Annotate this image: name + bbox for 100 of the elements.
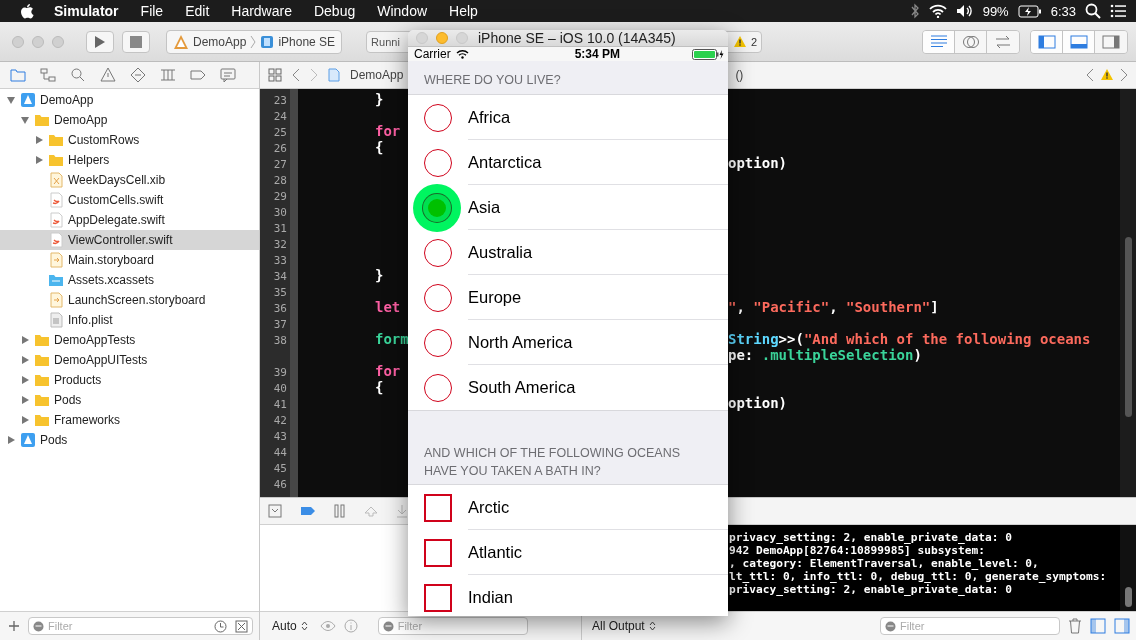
- file-tree-item[interactable]: Main.storyboard: [0, 250, 259, 270]
- filter-field[interactable]: Filter: [880, 617, 1060, 635]
- option-row[interactable]: Indian: [408, 575, 728, 616]
- run-button[interactable]: [86, 30, 114, 53]
- navigator-tab-icon[interactable]: [100, 67, 116, 83]
- line-number: 42: [273, 413, 287, 427]
- add-icon[interactable]: [8, 620, 20, 632]
- option-row[interactable]: Antarctica: [408, 140, 728, 185]
- file-tree-item[interactable]: ViewController.swift: [0, 230, 259, 250]
- navigator-tab-icon[interactable]: [160, 67, 176, 83]
- assistant-editor-button[interactable]: [955, 30, 987, 53]
- code-text: form: [375, 330, 409, 347]
- destination-name[interactable]: iPhone SE: [278, 34, 336, 49]
- menu-item[interactable]: Simulator: [54, 3, 119, 19]
- navigator-toggle[interactable]: [1031, 30, 1063, 53]
- pause-icon[interactable]: [334, 504, 346, 519]
- hide-panel-icon[interactable]: [268, 504, 282, 519]
- scheme-name[interactable]: DemoApp: [193, 34, 247, 49]
- file-tree-item[interactable]: Assets.xcassets: [0, 270, 259, 290]
- panel-icon[interactable]: [1114, 618, 1130, 634]
- folder-icon: [34, 112, 50, 128]
- file-tree-item[interactable]: Pods: [0, 390, 259, 410]
- option-row[interactable]: South America: [408, 365, 728, 410]
- trash-icon[interactable]: [1068, 618, 1082, 634]
- file-tree-item[interactable]: Pods: [0, 430, 259, 450]
- option-row[interactable]: Asia: [408, 185, 728, 230]
- battery-icon[interactable]: [1017, 4, 1042, 18]
- storyboard-file-icon: [48, 292, 64, 308]
- warning-icon[interactable]: [732, 35, 747, 48]
- file-tree-item[interactable]: Frameworks: [0, 410, 259, 430]
- warning-icon[interactable]: [1100, 68, 1114, 82]
- menu-item[interactable]: Debug: [313, 3, 356, 19]
- breadcrumb-item[interactable]: (): [735, 67, 744, 82]
- breakpoints-icon[interactable]: [300, 506, 316, 517]
- selected-radio-button[interactable]: [413, 183, 461, 232]
- search-icon[interactable]: [1085, 3, 1101, 19]
- file-tree-item[interactable]: CustomRows: [0, 130, 259, 150]
- scope-icon[interactable]: [235, 619, 248, 633]
- option-row[interactable]: Europe: [408, 275, 728, 320]
- file-tree-item[interactable]: AppDelegate.swift: [0, 210, 259, 230]
- apple-icon[interactable]: [20, 3, 34, 19]
- debug-area-toggle[interactable]: [1063, 30, 1095, 53]
- navigator-tab-icon[interactable]: [10, 67, 26, 83]
- scroll-bar[interactable]: [1124, 236, 1132, 417]
- panel-icon[interactable]: [1090, 618, 1106, 634]
- standard-editor-button[interactable]: [923, 30, 955, 53]
- menu-item[interactable]: File: [140, 3, 164, 19]
- file-tree-item[interactable]: DemoApp: [0, 110, 259, 130]
- list-icon[interactable]: [1110, 4, 1126, 18]
- back-icon[interactable]: [292, 67, 300, 82]
- app-icon: [173, 33, 189, 50]
- filter-field[interactable]: Filter: [28, 617, 253, 635]
- navigator-tab-icon[interactable]: [190, 67, 206, 83]
- file-tree-item[interactable]: CustomCells.swift: [0, 190, 259, 210]
- navigator-tab-icon[interactable]: [130, 67, 146, 83]
- previous-issue-icon[interactable]: [1086, 67, 1094, 82]
- filter-field[interactable]: Filter: [377, 617, 528, 635]
- grid-icon[interactable]: [268, 67, 282, 82]
- option-row[interactable]: Australia: [408, 230, 728, 275]
- line-number: 23: [273, 93, 287, 107]
- file-tree-item[interactable]: DemoApp: [0, 90, 259, 110]
- scroll-bar[interactable]: [1124, 587, 1132, 607]
- menu-item[interactable]: Window: [377, 3, 428, 19]
- option-row[interactable]: Atlantic: [408, 530, 728, 575]
- menu-item[interactable]: Edit: [185, 3, 210, 19]
- file-tree-item[interactable]: LaunchScreen.storyboard: [0, 290, 259, 310]
- warning-count[interactable]: 2: [750, 35, 758, 48]
- scheme-selector[interactable]: DemoApp iPhone SE: [166, 29, 343, 54]
- code-text: }: [375, 90, 384, 107]
- file-tree-item[interactable]: DemoAppUITests: [0, 350, 259, 370]
- file-tree-item[interactable]: WeekDaysCell.xib: [0, 170, 259, 190]
- checkbox[interactable]: [424, 493, 452, 522]
- file-tree-item[interactable]: Products: [0, 370, 259, 390]
- file-icon: [328, 67, 340, 82]
- menu-clock[interactable]: 6:33: [1050, 3, 1076, 19]
- navigator-tab-icon[interactable]: [70, 67, 86, 83]
- menu-item[interactable]: Hardware: [231, 3, 292, 19]
- checkbox[interactable]: [424, 583, 452, 612]
- file-tree-item[interactable]: DemoAppTests: [0, 330, 259, 350]
- navigator-tab-icon[interactable]: [40, 67, 56, 83]
- utilities-toggle[interactable]: [1095, 30, 1127, 53]
- output-popup[interactable]: All Output: [588, 619, 660, 633]
- volume-icon[interactable]: [955, 4, 974, 18]
- stop-button[interactable]: [122, 30, 150, 53]
- navigator-tab-icon[interactable]: [220, 67, 236, 83]
- option-row[interactable]: North America: [408, 320, 728, 365]
- scope-popup[interactable]: Auto: [268, 619, 312, 633]
- wifi-icon[interactable]: [928, 4, 947, 18]
- next-issue-icon[interactable]: [1120, 67, 1128, 82]
- checkbox[interactable]: [424, 538, 452, 567]
- breadcrumb-item[interactable]: DemoApp: [350, 67, 404, 82]
- clock-icon[interactable]: [214, 619, 227, 633]
- option-row[interactable]: Africa: [408, 95, 728, 140]
- menu-item[interactable]: Help: [449, 3, 478, 19]
- file-tree-item[interactable]: Helpers: [0, 150, 259, 170]
- eye-icon[interactable]: [319, 621, 336, 631]
- line-number: 40: [273, 381, 287, 395]
- file-tree-item[interactable]: Info.plist: [0, 310, 259, 330]
- option-row[interactable]: Arctic: [408, 485, 728, 530]
- bluetooth-icon[interactable]: [909, 3, 920, 19]
